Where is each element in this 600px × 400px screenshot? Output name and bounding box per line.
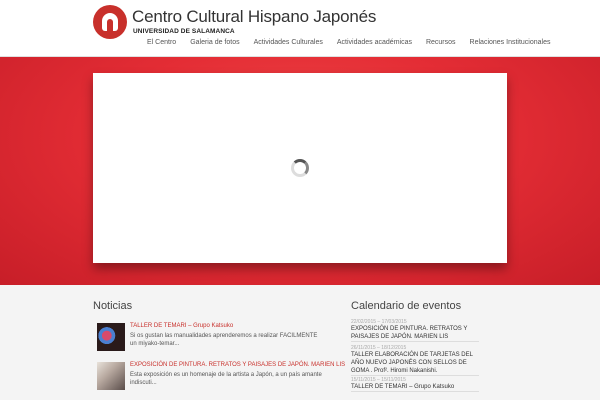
calendar-event-link[interactable]: TALLER ELABORACIÓN DE TARJETAS DEL AÑO N… — [351, 351, 479, 375]
nav-item-relaciones[interactable]: Relaciones Institucionales — [463, 37, 558, 48]
nav-item-galeria[interactable]: Galeria de fotos — [183, 37, 246, 48]
site-header: Centro Cultural Hispano Japonés UNIVERSI… — [0, 0, 600, 57]
news-item: EXPOSICIÓN DE PINTURA. RETRATOS Y PAISAJ… — [97, 362, 345, 390]
nav-item-actividades-academicas[interactable]: Actividades académicas — [330, 37, 419, 48]
calendar-event-link[interactable]: EXPOSICIÓN DE PINTURA. RETRATOS Y PAISAJ… — [351, 325, 479, 341]
news-excerpt: Esta exposición es un homenaje de la art… — [130, 372, 322, 386]
nav-item-recursos[interactable]: Recursos — [419, 37, 463, 48]
news-title: Noticias — [93, 300, 133, 312]
news-item: TALLER DE TEMARI – Grupo Katsuko Si os g… — [97, 323, 322, 351]
nav-item-actividades-culturales[interactable]: Actividades Culturales — [247, 37, 330, 48]
calendar-title: Calendario de eventos — [351, 300, 462, 312]
news-thumbnail[interactable] — [97, 323, 125, 351]
news-headline[interactable]: TALLER DE TEMARI – Grupo Katsuko — [130, 323, 233, 329]
news-excerpt: Si os gustan las manualidades aprenderem… — [130, 333, 318, 347]
site-subtitle: UNIVERSIDAD DE SALAMANCA — [133, 28, 235, 35]
nav-item-el-centro[interactable]: El Centro — [140, 37, 183, 48]
loading-spinner-icon — [291, 159, 309, 177]
calendar-item: 22/02/2015 – 17/03/2015 EXPOSICIÓN DE PI… — [351, 319, 479, 342]
calendar-item: 15/11/2015 – 15/11/2015 TALLER DE TEMARI… — [351, 377, 479, 392]
site-title[interactable]: Centro Cultural Hispano Japonés — [132, 7, 376, 27]
news-thumbnail[interactable] — [97, 362, 125, 390]
main-nav: El Centro Galeria de fotos Actividades C… — [140, 37, 557, 48]
calendar-item: 26/11/2015 – 18/12/2015 TALLER ELABORACI… — [351, 345, 479, 376]
news-headline[interactable]: EXPOSICIÓN DE PINTURA. RETRATOS Y PAISAJ… — [130, 362, 345, 368]
calendar-event-link[interactable]: TALLER DE TEMARI – Grupo Katsuko — [351, 383, 479, 391]
logo-icon[interactable] — [93, 5, 127, 39]
